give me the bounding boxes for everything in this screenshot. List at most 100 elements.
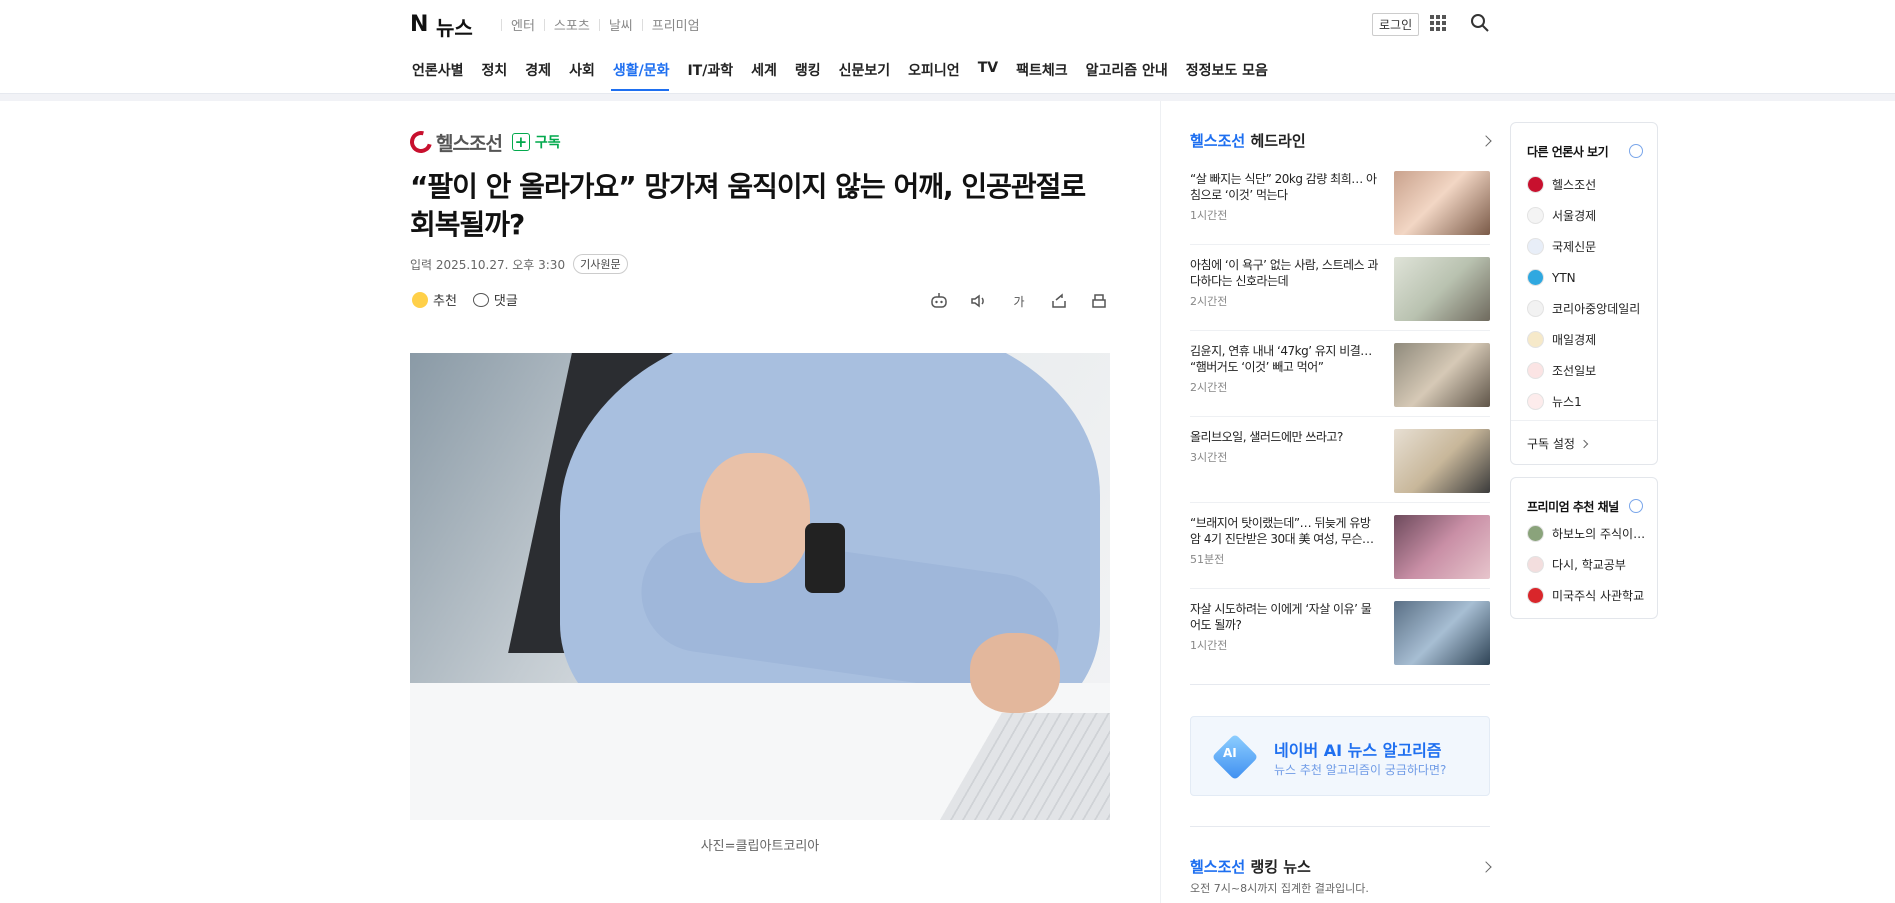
divider xyxy=(1190,826,1490,827)
press-logo[interactable]: 헬스조선 + 구독 xyxy=(405,126,1110,158)
premium-item[interactable]: 다시, 학교공부 xyxy=(1527,549,1645,580)
column-divider xyxy=(1160,101,1161,903)
premium-item-label: 미국주식 사관학교 xyxy=(1552,589,1645,603)
headline-item-title: 김윤지, 연휴 내내 ‘47kg’ 유지 비결… “햄버거도 ‘이것’ 빼고 먹… xyxy=(1190,344,1372,374)
smile-icon xyxy=(412,291,428,308)
link-premium[interactable]: 프리미엄 xyxy=(652,15,700,34)
header-shadow xyxy=(0,94,1895,101)
article-photo xyxy=(410,353,1110,820)
channel-avatar xyxy=(1527,556,1544,573)
headline-item[interactable]: 김윤지, 연휴 내내 ‘47kg’ 유지 비결… “햄버거도 ‘이것’ 빼고 먹… xyxy=(1190,331,1490,417)
menu-opinion[interactable]: 오피니언 xyxy=(906,60,968,90)
menu-ranking[interactable]: 랭킹 xyxy=(793,60,829,90)
press-logo-icon xyxy=(1527,238,1544,255)
headline-thumbnail[interactable] xyxy=(1394,343,1490,407)
ranking-press: 헬스조선 xyxy=(1190,858,1246,876)
headline-thumbnail[interactable] xyxy=(1394,429,1490,493)
ranking-suffix: 랭킹 뉴스 xyxy=(1250,858,1311,876)
headline-thumbnail[interactable] xyxy=(1394,257,1490,321)
press-headline-box: 헬스조선 헤드라인 “살 빠지는 식단” 20kg 감량 최희… 아침으로 ‘이… xyxy=(1190,130,1492,675)
headline-title[interactable]: 헬스조선 헤드라인 xyxy=(1190,130,1492,151)
menu-economy[interactable]: 경제 xyxy=(523,60,559,90)
menu-tv[interactable]: TV xyxy=(976,60,1006,90)
link-weather[interactable]: 날씨 xyxy=(609,15,633,34)
link-sports[interactable]: 스포츠 xyxy=(554,15,590,34)
article-toolbar: 추천 댓글 가 xyxy=(410,290,1110,316)
menu-corrections[interactable]: 정정보도 모음 xyxy=(1184,60,1276,90)
press-item[interactable]: 코리아중앙데일리 xyxy=(1527,293,1640,324)
press-item-label: 서울경제 xyxy=(1552,209,1597,223)
menu-life-culture[interactable]: 생활/문화 xyxy=(610,60,678,91)
headline-item[interactable]: “살 빠지는 식단” 20kg 감량 최희… 아침으로 ‘이것’ 먹는다 1시간전 xyxy=(1190,159,1490,245)
ai-banner-subtitle: 뉴스 추천 알고리즘이 궁금하다면? xyxy=(1274,763,1447,777)
ai-banner-title: 네이버 AI 뉴스 알고리즘 xyxy=(1274,741,1442,760)
chevron-right-icon[interactable] xyxy=(1480,860,1492,873)
headline-thumbnail[interactable] xyxy=(1394,601,1490,665)
press-logo-icon xyxy=(1527,207,1544,224)
news-service-name[interactable]: 뉴스 xyxy=(436,12,473,41)
headline-thumbnail[interactable] xyxy=(1394,171,1490,235)
press-logo-icon xyxy=(1527,331,1544,348)
recommend-button[interactable]: 추천 xyxy=(412,290,457,309)
press-item-label: 매일경제 xyxy=(1552,333,1597,347)
press-item[interactable]: 서울경제 xyxy=(1527,200,1640,231)
headline-item-time: 1시간전 xyxy=(1190,209,1228,222)
link-entertainment[interactable]: 엔터 xyxy=(511,15,535,34)
headline-item[interactable]: “브래지어 탓이랬는데”… 뒤늦게 유방암 4기 진단받은 30대 美 여성, … xyxy=(1190,503,1490,589)
subscribe-setting-label: 구독 설정 xyxy=(1527,437,1575,451)
refresh-icon[interactable] xyxy=(1629,499,1643,513)
premium-item[interactable]: 하보노의 주식이… xyxy=(1527,518,1645,549)
premium-list: 하보노의 주식이… 다시, 학교공부 미국주식 사관학교 xyxy=(1527,518,1645,611)
headline-item[interactable]: 아침에 ‘이 욕구’ 없는 사람, 스트레스 과다하다는 신호라는데 2시간전 xyxy=(1190,245,1490,331)
press-item[interactable]: YTN xyxy=(1527,262,1640,293)
menu-world[interactable]: 세계 xyxy=(749,60,785,90)
speech-bubble-icon xyxy=(472,292,489,307)
ranking-title[interactable]: 헬스조선 랭킹 뉴스 xyxy=(1190,856,1492,877)
press-item-label: 뉴스1 xyxy=(1552,395,1582,409)
headline-item[interactable]: 올리브오일, 샐러드에만 쓰라고? 3시간전 xyxy=(1190,417,1490,503)
press-logo-icon xyxy=(1527,362,1544,379)
font-size-icon[interactable]: 가 xyxy=(1008,290,1030,312)
menu-newspaper[interactable]: 신문보기 xyxy=(837,60,899,90)
menu-press[interactable]: 언론사별 xyxy=(410,60,472,90)
headline-press: 헬스조선 xyxy=(1190,132,1246,150)
speaker-icon[interactable] xyxy=(968,290,990,312)
ai-algorithm-banner[interactable]: AI 네이버 AI 뉴스 알고리즘 뉴스 추천 알고리즘이 궁금하다면? xyxy=(1190,716,1490,796)
subscribe-button[interactable]: + 구독 xyxy=(511,132,561,152)
headline-thumbnail[interactable] xyxy=(1394,515,1490,579)
share-icon[interactable] xyxy=(1048,290,1070,312)
apps-grid-icon[interactable] xyxy=(1430,15,1446,31)
press-logo-icon xyxy=(1527,393,1544,410)
press-item[interactable]: 헬스조선 xyxy=(1527,169,1640,200)
divider xyxy=(641,18,643,31)
naver-logo[interactable]: N xyxy=(410,12,428,37)
refresh-icon[interactable] xyxy=(1629,144,1643,158)
menu-society[interactable]: 사회 xyxy=(567,60,603,90)
menu-it-science[interactable]: IT/과학 xyxy=(685,60,741,90)
subscribe-setting-link[interactable]: 구독 설정 xyxy=(1527,435,1589,452)
press-item[interactable]: 국제신문 xyxy=(1527,231,1640,262)
press-item[interactable]: 매일경제 xyxy=(1527,324,1640,355)
press-item[interactable]: 조선일보 xyxy=(1527,355,1640,386)
menu-politics[interactable]: 정치 xyxy=(480,60,516,90)
service-links: 엔터 스포츠 날씨 프리미엄 xyxy=(492,15,700,34)
headline-item[interactable]: 자살 시도하려는 이에게 ‘자살 이유’ 물어도 될까? 1시간전 xyxy=(1190,589,1490,675)
comment-button[interactable]: 댓글 xyxy=(472,290,518,309)
menu-algorithm[interactable]: 알고리즘 안내 xyxy=(1084,60,1176,90)
reaction-tools: 추천 댓글 xyxy=(412,290,534,309)
chevron-right-icon xyxy=(1579,439,1589,448)
press-item[interactable]: 뉴스1 xyxy=(1527,386,1640,417)
search-icon[interactable] xyxy=(1470,13,1490,33)
login-button[interactable]: 로그인 xyxy=(1372,13,1420,36)
section-menu: 언론사별 정치 경제 사회 생활/문화 IT/과학 세계 랭킹 신문보기 오피니… xyxy=(410,60,1284,91)
chevron-right-icon[interactable] xyxy=(1480,134,1492,147)
photo-hand xyxy=(970,633,1060,713)
headline-item-time: 3시간전 xyxy=(1190,451,1228,464)
print-icon[interactable] xyxy=(1088,290,1110,312)
channel-avatar xyxy=(1527,587,1544,604)
menu-factcheck[interactable]: 팩트체크 xyxy=(1014,60,1076,90)
original-article-button[interactable]: 기사원문 xyxy=(573,254,628,274)
headline-item-time: 1시간전 xyxy=(1190,639,1228,652)
robot-summary-icon[interactable] xyxy=(928,290,950,312)
premium-item[interactable]: 미국주식 사관학교 xyxy=(1527,580,1645,611)
